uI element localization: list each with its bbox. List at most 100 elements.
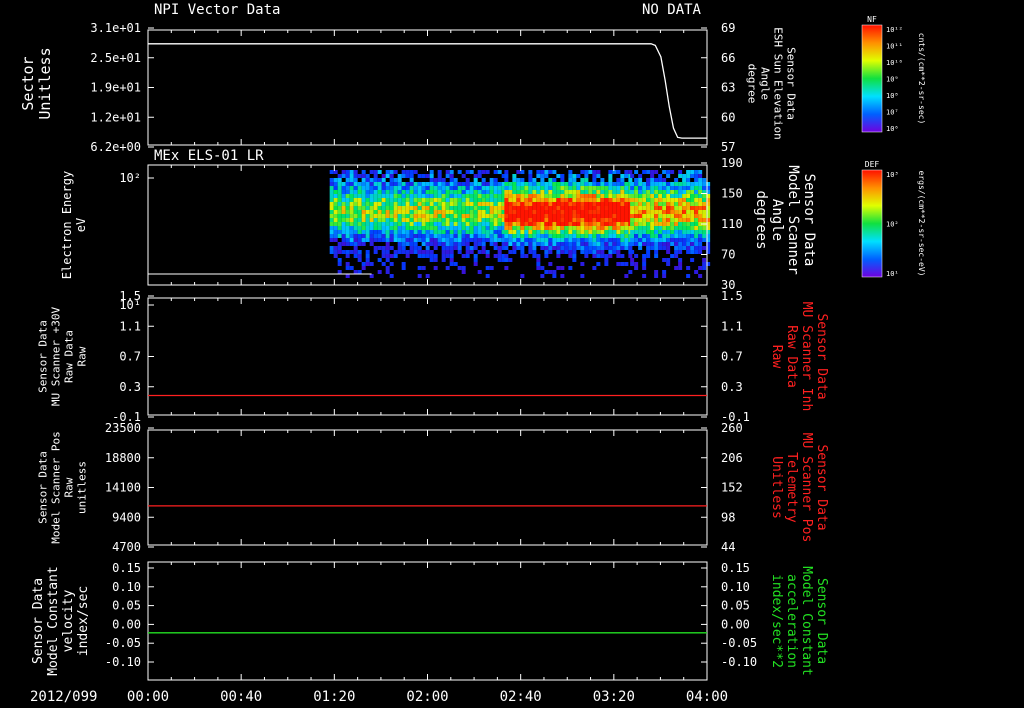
heatmap-cell: [485, 206, 490, 210]
heatmap-cell: [654, 194, 659, 198]
axis-label-line: Sector: [19, 56, 37, 110]
heatmap-cell: [393, 182, 398, 186]
heatmap-cell: [381, 230, 386, 234]
y-tick-label: -0.10: [721, 655, 757, 669]
heatmap-cell: [469, 222, 474, 226]
heatmap-cell: [361, 230, 366, 234]
heatmap-cell: [674, 226, 679, 230]
heatmap-cell: [624, 262, 629, 266]
heatmap-cell: [690, 218, 695, 222]
heatmap-cell: [528, 242, 533, 246]
heatmap-cell: [437, 186, 442, 190]
heatmap-cell: [670, 234, 675, 238]
heatmap-cell: [453, 234, 458, 238]
heatmap-cell: [674, 190, 679, 194]
heatmap-cell: [544, 190, 549, 194]
x-tick-label: 01:20: [313, 689, 355, 705]
heatmap-cell: [469, 238, 474, 242]
heatmap-cell: [642, 266, 647, 270]
heatmap-cell: [532, 230, 537, 234]
heatmap-cell: [662, 226, 667, 230]
heatmap-cell: [445, 234, 450, 238]
heatmap-cell: [702, 206, 707, 210]
heatmap-cell: [658, 182, 663, 186]
heatmap-cell: [333, 194, 338, 198]
axis-label: Electron Energy eV: [60, 171, 88, 279]
heatmap-cell: [373, 246, 378, 250]
heatmap-cell: [702, 210, 707, 214]
heatmap-cell: [642, 206, 647, 210]
heatmap-cell: [385, 186, 390, 190]
heatmap-cell: [678, 182, 683, 186]
heatmap-cell: [556, 194, 561, 198]
heatmap-cell: [536, 230, 541, 234]
heatmap-cell: [445, 206, 450, 210]
heatmap-cell: [628, 178, 633, 182]
heatmap-cell: [698, 242, 703, 246]
heatmap-cell: [453, 226, 458, 230]
heatmap-cell: [690, 246, 695, 250]
heatmap-cell: [369, 194, 374, 198]
heatmap-cell: [624, 170, 629, 174]
heatmap-cell: [568, 182, 573, 186]
heatmap-cell: [353, 182, 358, 186]
heatmap-cell: [580, 198, 585, 202]
heatmap-cell: [369, 202, 374, 206]
heatmap-cell: [592, 238, 597, 242]
heatmap-cell: [465, 186, 470, 190]
heatmap-cell: [485, 214, 490, 218]
heatmap-cell: [548, 182, 553, 186]
heatmap-cell: [580, 238, 585, 242]
heatmap-cell: [437, 198, 442, 202]
heatmap-cell: [361, 178, 366, 182]
heatmap-cell: [429, 202, 434, 206]
heatmap-cell: [580, 202, 585, 206]
heatmap-cell: [361, 202, 366, 206]
heatmap-cell: [341, 170, 346, 174]
heatmap-cell: [654, 210, 659, 214]
axis-label-line: degrees: [753, 190, 769, 249]
heatmap-cell: [353, 194, 358, 198]
heatmap-cell: [349, 214, 354, 218]
heatmap-cell: [604, 190, 609, 194]
heatmap-cell: [377, 202, 382, 206]
heatmap-cell: [584, 174, 589, 178]
heatmap-cell: [473, 226, 478, 230]
heatmap-cell: [409, 190, 414, 194]
heatmap-cell: [357, 226, 362, 230]
heatmap-cell: [564, 250, 569, 254]
heatmap-cell: [473, 234, 478, 238]
heatmap-cell: [333, 218, 338, 222]
heatmap-cell: [437, 218, 442, 222]
svg-text:ergs/(cm**2-sr-sec-eV): ergs/(cm**2-sr-sec-eV): [917, 171, 926, 277]
heatmap-cell: [457, 222, 462, 226]
heatmap-cell: [333, 198, 338, 202]
heatmap-cell: [449, 238, 454, 242]
heatmap-cell: [702, 186, 707, 190]
heatmap-cell: [409, 174, 414, 178]
heatmap-cell: [381, 190, 386, 194]
heatmap-cell: [437, 206, 442, 210]
heatmap-cell: [504, 182, 509, 186]
heatmap-cell: [540, 206, 545, 210]
heatmap-cell: [588, 170, 593, 174]
heatmap-cell: [694, 226, 699, 230]
heatmap-cell: [508, 230, 513, 234]
heatmap-cell: [638, 246, 643, 250]
heatmap-cell: [564, 182, 569, 186]
heatmap-cell: [666, 214, 671, 218]
heatmap-cell: [568, 190, 573, 194]
heatmap-cell: [670, 202, 675, 206]
heatmap-cell: [596, 202, 601, 206]
heatmap-cell: [469, 206, 474, 210]
heatmap-cell: [365, 218, 370, 222]
heatmap-cell: [385, 206, 390, 210]
heatmap-cell: [560, 246, 565, 250]
heatmap-cell: [694, 242, 699, 246]
heatmap-cell: [405, 186, 410, 190]
heatmap-cell: [612, 170, 617, 174]
heatmap-cell: [552, 242, 557, 246]
heatmap-cell: [620, 182, 625, 186]
heatmap-cell: [365, 202, 370, 206]
heatmap-cell: [624, 242, 629, 246]
